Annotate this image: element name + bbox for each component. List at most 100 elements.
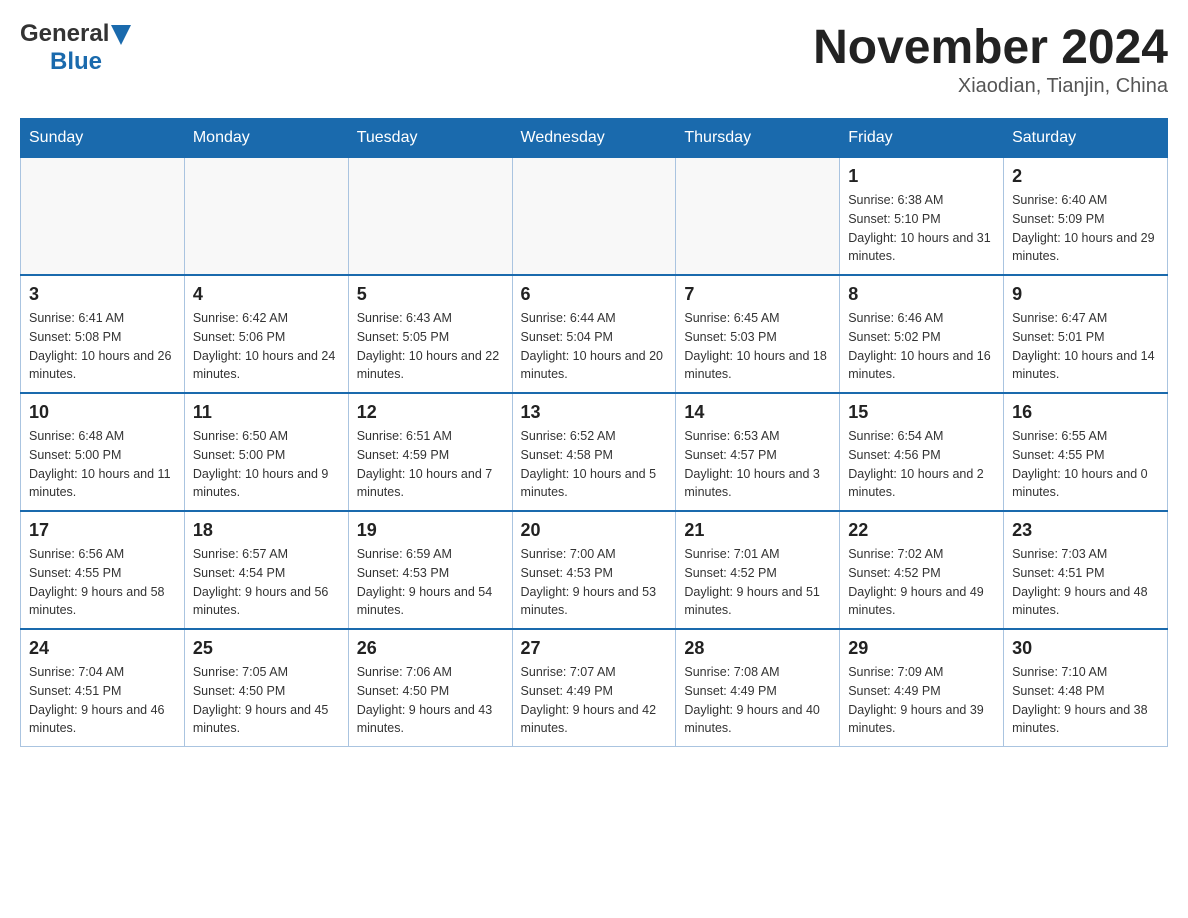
day-number: 11	[193, 402, 340, 423]
calendar-cell: 4Sunrise: 6:42 AM Sunset: 5:06 PM Daylig…	[184, 275, 348, 393]
cell-content: 7 Sunrise: 6:45 AM Sunset: 5:03 PM Daylig…	[684, 284, 831, 384]
cell-content: 25 Sunrise: 7:05 AM Sunset: 4:50 PM Dayli…	[193, 638, 340, 738]
cell-content: 23Sunrise: 7:03 AM Sunset: 4:51 PM Dayli…	[1012, 520, 1159, 620]
calendar-cell: 22Sunrise: 7:02 AM Sunset: 4:52 PM Dayli…	[840, 511, 1004, 629]
day-number: 8	[848, 284, 995, 305]
cell-info: Sunrise: 6:38 AM Sunset: 5:10 PM Dayligh…	[848, 191, 995, 266]
day-number: 13	[521, 402, 668, 423]
cell-info: Sunrise: 6:46 AM Sunset: 5:02 PM Dayligh…	[848, 309, 995, 384]
calendar-cell: 18Sunrise: 6:57 AM Sunset: 4:54 PM Dayli…	[184, 511, 348, 629]
cell-content: 13Sunrise: 6:52 AM Sunset: 4:58 PM Dayli…	[521, 402, 668, 502]
calendar-week-row: 3Sunrise: 6:41 AM Sunset: 5:08 PM Daylig…	[21, 275, 1168, 393]
logo: General Blue	[20, 20, 131, 76]
calendar-cell: 5 Sunrise: 6:43 AM Sunset: 5:05 PM Daylig…	[348, 275, 512, 393]
cell-info: Sunrise: 6:55 AM Sunset: 4:55 PM Dayligh…	[1012, 427, 1159, 502]
col-saturday: Saturday	[1004, 119, 1168, 158]
day-number: 7	[684, 284, 831, 305]
calendar-cell: 14Sunrise: 6:53 AM Sunset: 4:57 PM Dayli…	[676, 393, 840, 511]
calendar-cell: 9 Sunrise: 6:47 AM Sunset: 5:01 PM Daylig…	[1004, 275, 1168, 393]
calendar-cell: 3Sunrise: 6:41 AM Sunset: 5:08 PM Daylig…	[21, 275, 185, 393]
cell-info: Sunrise: 7:10 AM Sunset: 4:48 PM Dayligh…	[1012, 663, 1159, 738]
cell-info: Sunrise: 7:00 AM Sunset: 4:53 PM Dayligh…	[521, 545, 668, 620]
calendar-cell: 25 Sunrise: 7:05 AM Sunset: 4:50 PM Dayli…	[184, 629, 348, 747]
calendar-table: Sunday Monday Tuesday Wednesday Thursday…	[20, 118, 1168, 747]
cell-content: 27Sunrise: 7:07 AM Sunset: 4:49 PM Dayli…	[521, 638, 668, 738]
cell-info: Sunrise: 6:43 AM Sunset: 5:05 PM Dayligh…	[357, 309, 504, 384]
cell-info: Sunrise: 6:50 AM Sunset: 5:00 PM Dayligh…	[193, 427, 340, 502]
calendar-cell: 13Sunrise: 6:52 AM Sunset: 4:58 PM Dayli…	[512, 393, 676, 511]
calendar-cell	[348, 158, 512, 276]
col-thursday: Thursday	[676, 119, 840, 158]
day-number: 9	[1012, 284, 1159, 305]
cell-info: Sunrise: 6:44 AM Sunset: 5:04 PM Dayligh…	[521, 309, 668, 384]
cell-content: 20 Sunrise: 7:00 AM Sunset: 4:53 PM Dayli…	[521, 520, 668, 620]
calendar-cell: 6 Sunrise: 6:44 AM Sunset: 5:04 PM Daylig…	[512, 275, 676, 393]
day-number: 2	[1012, 166, 1159, 187]
page-title: November 2024	[813, 20, 1168, 75]
cell-content: 24Sunrise: 7:04 AM Sunset: 4:51 PM Dayli…	[29, 638, 176, 738]
calendar-cell: 28Sunrise: 7:08 AM Sunset: 4:49 PM Dayli…	[676, 629, 840, 747]
calendar-header-row: Sunday Monday Tuesday Wednesday Thursday…	[21, 119, 1168, 158]
cell-content: 14Sunrise: 6:53 AM Sunset: 4:57 PM Dayli…	[684, 402, 831, 502]
calendar-cell: 12Sunrise: 6:51 AM Sunset: 4:59 PM Dayli…	[348, 393, 512, 511]
calendar-cell: 1Sunrise: 6:38 AM Sunset: 5:10 PM Daylig…	[840, 158, 1004, 276]
cell-info: Sunrise: 6:54 AM Sunset: 4:56 PM Dayligh…	[848, 427, 995, 502]
calendar-cell: 29Sunrise: 7:09 AM Sunset: 4:49 PM Dayli…	[840, 629, 1004, 747]
calendar-cell	[21, 158, 185, 276]
cell-content: 19Sunrise: 6:59 AM Sunset: 4:53 PM Dayli…	[357, 520, 504, 620]
cell-info: Sunrise: 6:56 AM Sunset: 4:55 PM Dayligh…	[29, 545, 176, 620]
calendar-week-row: 10Sunrise: 6:48 AM Sunset: 5:00 PM Dayli…	[21, 393, 1168, 511]
day-number: 20	[521, 520, 668, 541]
calendar-cell: 7 Sunrise: 6:45 AM Sunset: 5:03 PM Daylig…	[676, 275, 840, 393]
cell-info: Sunrise: 7:07 AM Sunset: 4:49 PM Dayligh…	[521, 663, 668, 738]
day-number: 14	[684, 402, 831, 423]
calendar-cell	[676, 158, 840, 276]
day-number: 4	[193, 284, 340, 305]
day-number: 30	[1012, 638, 1159, 659]
page-location: Xiaodian, Tianjin, China	[813, 75, 1168, 98]
calendar-cell: 20 Sunrise: 7:00 AM Sunset: 4:53 PM Dayli…	[512, 511, 676, 629]
cell-info: Sunrise: 7:05 AM Sunset: 4:50 PM Dayligh…	[193, 663, 340, 738]
cell-info: Sunrise: 6:51 AM Sunset: 4:59 PM Dayligh…	[357, 427, 504, 502]
day-number: 29	[848, 638, 995, 659]
day-number: 16	[1012, 402, 1159, 423]
day-number: 6	[521, 284, 668, 305]
calendar-cell	[512, 158, 676, 276]
day-number: 26	[357, 638, 504, 659]
calendar-cell: 26Sunrise: 7:06 AM Sunset: 4:50 PM Dayli…	[348, 629, 512, 747]
calendar-cell: 15 Sunrise: 6:54 AM Sunset: 4:56 PM Dayli…	[840, 393, 1004, 511]
cell-content: 1Sunrise: 6:38 AM Sunset: 5:10 PM Daylig…	[848, 166, 995, 266]
col-tuesday: Tuesday	[348, 119, 512, 158]
cell-content: 3Sunrise: 6:41 AM Sunset: 5:08 PM Daylig…	[29, 284, 176, 384]
day-number: 21	[684, 520, 831, 541]
day-number: 17	[29, 520, 176, 541]
calendar-cell: 8 Sunrise: 6:46 AM Sunset: 5:02 PM Daylig…	[840, 275, 1004, 393]
calendar-cell: 30 Sunrise: 7:10 AM Sunset: 4:48 PM Dayli…	[1004, 629, 1168, 747]
cell-info: Sunrise: 6:57 AM Sunset: 4:54 PM Dayligh…	[193, 545, 340, 620]
day-number: 19	[357, 520, 504, 541]
title-section: November 2024 Xiaodian, Tianjin, China	[813, 20, 1168, 98]
cell-info: Sunrise: 7:04 AM Sunset: 4:51 PM Dayligh…	[29, 663, 176, 738]
cell-info: Sunrise: 6:40 AM Sunset: 5:09 PM Dayligh…	[1012, 191, 1159, 266]
calendar-cell: 16 Sunrise: 6:55 AM Sunset: 4:55 PM Dayli…	[1004, 393, 1168, 511]
cell-info: Sunrise: 6:45 AM Sunset: 5:03 PM Dayligh…	[684, 309, 831, 384]
calendar-cell: 23Sunrise: 7:03 AM Sunset: 4:51 PM Dayli…	[1004, 511, 1168, 629]
calendar-cell: 21Sunrise: 7:01 AM Sunset: 4:52 PM Dayli…	[676, 511, 840, 629]
calendar-cell: 27Sunrise: 7:07 AM Sunset: 4:49 PM Dayli…	[512, 629, 676, 747]
cell-content: 2 Sunrise: 6:40 AM Sunset: 5:09 PM Daylig…	[1012, 166, 1159, 266]
cell-info: Sunrise: 7:03 AM Sunset: 4:51 PM Dayligh…	[1012, 545, 1159, 620]
day-number: 5	[357, 284, 504, 305]
day-number: 28	[684, 638, 831, 659]
day-number: 25	[193, 638, 340, 659]
col-monday: Monday	[184, 119, 348, 158]
cell-content: 15 Sunrise: 6:54 AM Sunset: 4:56 PM Dayli…	[848, 402, 995, 502]
cell-content: 29Sunrise: 7:09 AM Sunset: 4:49 PM Dayli…	[848, 638, 995, 738]
calendar-cell: 19Sunrise: 6:59 AM Sunset: 4:53 PM Dayli…	[348, 511, 512, 629]
calendar-week-row: 17 Sunrise: 6:56 AM Sunset: 4:55 PM Dayli…	[21, 511, 1168, 629]
logo-triangle-icon	[111, 25, 131, 45]
cell-info: Sunrise: 6:48 AM Sunset: 5:00 PM Dayligh…	[29, 427, 176, 502]
day-number: 15	[848, 402, 995, 423]
cell-content: 18Sunrise: 6:57 AM Sunset: 4:54 PM Dayli…	[193, 520, 340, 620]
cell-info: Sunrise: 6:47 AM Sunset: 5:01 PM Dayligh…	[1012, 309, 1159, 384]
cell-content: 10Sunrise: 6:48 AM Sunset: 5:00 PM Dayli…	[29, 402, 176, 502]
